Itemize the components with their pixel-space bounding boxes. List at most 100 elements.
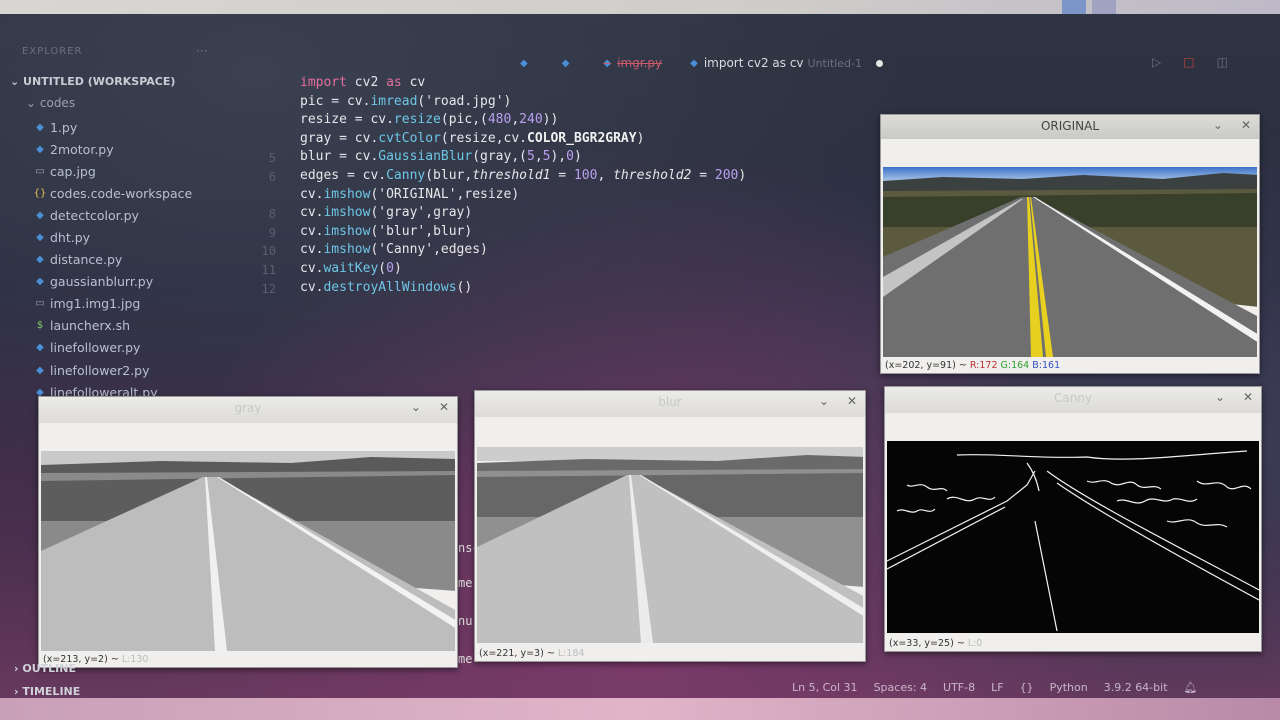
red-value: R:172 [969, 360, 998, 371]
python-file-icon: ◆ [36, 121, 44, 133]
editor-actions: ▷ □ ◫ [1152, 55, 1228, 69]
tab-inactive[interactable]: ◆ [520, 58, 534, 69]
tray-icon[interactable] [1062, 0, 1086, 14]
file-name: 1.py [50, 119, 78, 135]
file-item[interactable]: ◆ linefollower2.py [32, 359, 192, 381]
code-line[interactable]: resize = cv.resize(pic,(480,240)) [300, 111, 746, 130]
window-controls: ⌄ ✕ [411, 400, 449, 414]
window-titlebar[interactable]: Canny ⌄ ✕ [885, 387, 1261, 413]
window-title: blur [658, 395, 682, 409]
code-line[interactable]: blur = cv.GaussianBlur(gray,(5,5),0) [300, 148, 746, 167]
folder-codes[interactable]: ⌄ codes [26, 96, 75, 110]
line-number [250, 131, 276, 150]
outline-label: OUTLINE [22, 662, 76, 675]
file-name: distance.py [50, 252, 123, 268]
close-icon[interactable]: ✕ [1243, 390, 1253, 404]
language-mode[interactable]: Python [1050, 681, 1088, 694]
original-road-image [883, 167, 1257, 357]
close-icon[interactable]: ✕ [439, 400, 449, 414]
unsaved-dot-icon[interactable] [876, 59, 884, 67]
code-line[interactable]: cv.imshow('gray',gray) [300, 204, 746, 223]
explorer-more-button[interactable]: ··· [196, 44, 207, 58]
python-file-icon: ◆ [520, 57, 528, 69]
blur-window[interactable]: blur ⌄ ✕ (x=221, y=3) ~ L:184 [474, 390, 866, 662]
file-item[interactable]: ◆ 1.py [32, 116, 192, 138]
chevron-down-icon[interactable]: ⌄ [819, 394, 829, 408]
python-file-icon: ◆ [36, 254, 44, 266]
shell-file-icon: $ [36, 320, 44, 332]
bell-icon[interactable]: 🔔︎ [1184, 681, 1198, 694]
json-file-icon: {} [33, 187, 47, 199]
file-name: codes.code-workspace [50, 185, 193, 201]
original-window[interactable]: ORIGINAL ⌄ ✕ (x=202, y=91) ~ R:172 G:164 … [880, 114, 1260, 374]
line-number [250, 94, 276, 113]
pixel-status: (x=33, y=25) ~ L:0 [889, 638, 982, 649]
pixel-status: (x=202, y=91) ~ R:172 G:164 B:161 [885, 360, 1060, 371]
code-line[interactable]: cv.destroyAllWindows() [300, 279, 746, 298]
encoding[interactable]: UTF-8 [943, 681, 975, 694]
file-name: linefollower.py [50, 340, 141, 356]
cursor-coords: (x=33, y=25) ~ [889, 638, 965, 649]
split-editor-icon[interactable]: ◫ [1217, 55, 1228, 69]
intensity-value: L:184 [557, 648, 585, 659]
gray-window[interactable]: gray ⌄ ✕ (x=213, y=2) ~ L:130 [38, 396, 458, 668]
chevron-down-icon: ⌄ [26, 96, 40, 110]
code-line[interactable]: cv.waitKey(0) [300, 260, 746, 279]
code-line[interactable]: cv.imshow('ORIGINAL',resize) [300, 186, 746, 205]
line-number [250, 112, 276, 131]
close-icon[interactable]: ✕ [847, 394, 857, 408]
outline-section[interactable]: › OUTLINE [14, 662, 76, 675]
code-line[interactable]: gray = cv.cvtColor(resize,cv.COLOR_BGR2G… [300, 130, 746, 149]
window-titlebar[interactable]: blur ⌄ ✕ [475, 391, 865, 417]
code-line[interactable]: edges = cv.Canny(blur,threshold1 = 100, … [300, 167, 746, 186]
window-titlebar[interactable]: ORIGINAL ⌄ ✕ [881, 115, 1259, 139]
line-number: 12 [261, 281, 276, 296]
folder-label: codes [39, 96, 76, 110]
window-title: Canny [1053, 391, 1093, 405]
tab-inactive[interactable]: ◆ [562, 58, 576, 69]
line-number: 11 [261, 262, 276, 277]
tab-sublabel: Untitled-1 [807, 56, 863, 70]
window-titlebar[interactable]: gray ⌄ ✕ [39, 397, 457, 423]
line-number [250, 75, 276, 94]
run-icon[interactable]: ▷ [1152, 55, 1161, 69]
chevron-down-icon[interactable]: ⌄ [1213, 118, 1223, 132]
file-item[interactable]: $ launcherx.sh [32, 315, 192, 337]
file-item[interactable]: ◆ dht.py [32, 226, 192, 248]
code-editor[interactable]: import cv2 as cv pic = cv.imread('road.jp… [300, 74, 746, 297]
code-line[interactable]: cv.imshow('Canny',edges) [300, 241, 746, 260]
file-item[interactable]: {} codes.code-workspace [32, 182, 193, 204]
file-name: linefollower2.py [50, 362, 150, 378]
tab-active[interactable]: ◆ import cv2 as cv Untitled-1 [690, 56, 884, 70]
window-controls: ⌄ ✕ [819, 394, 857, 408]
file-item[interactable]: ◆ distance.py [32, 249, 192, 271]
interpreter-version[interactable]: 3.9.2 64-bit [1104, 681, 1168, 694]
file-name: cap.jpg [50, 163, 96, 179]
stop-icon[interactable]: □ [1183, 55, 1194, 69]
tray-icon[interactable] [1092, 0, 1116, 14]
code-line[interactable]: pic = cv.imread('road.jpg') [300, 93, 746, 112]
file-item[interactable]: ◆ linefollower.py [32, 337, 192, 359]
file-item[interactable]: ▭ cap.jpg [32, 160, 192, 182]
indentation[interactable]: Spaces: 4 [874, 681, 927, 694]
line-number: 8 [268, 207, 276, 222]
code-line[interactable]: import cv2 as cv [300, 74, 746, 93]
file-item[interactable]: ◆ detectcolor.py [32, 204, 192, 226]
chevron-down-icon: ⌄ [10, 75, 24, 88]
cursor-position[interactable]: Ln 5, Col 31 [792, 681, 858, 694]
file-item[interactable]: ◆ 2motor.py [32, 138, 192, 160]
python-file-icon: ◆ [36, 143, 44, 155]
tab-deleted-file[interactable]: ◆ imgr.py [603, 56, 662, 70]
code-line[interactable]: cv.imshow('blur',blur) [300, 223, 746, 242]
file-item[interactable]: ▭ img1.img1.jpg [32, 293, 192, 315]
blue-value: B:161 [1032, 360, 1061, 371]
chevron-down-icon[interactable]: ⌄ [411, 400, 421, 414]
close-icon[interactable]: ✕ [1241, 118, 1251, 132]
file-item[interactable]: ◆ gaussianblurr.py [32, 271, 192, 293]
canny-window[interactable]: Canny ⌄ ✕ (x=33, y=25) ~ L:0 [884, 386, 1262, 652]
chevron-down-icon[interactable]: ⌄ [1215, 390, 1225, 404]
file-list: ◆ 1.py ◆ 2motor.py ▭ cap.jpg {} codes.code-w… [32, 116, 193, 403]
python-file-icon: ◆ [690, 57, 698, 69]
workspace-title[interactable]: ⌄ UNTITLED (WORKSPACE) [10, 75, 175, 88]
line-ending[interactable]: LF [991, 681, 1003, 694]
